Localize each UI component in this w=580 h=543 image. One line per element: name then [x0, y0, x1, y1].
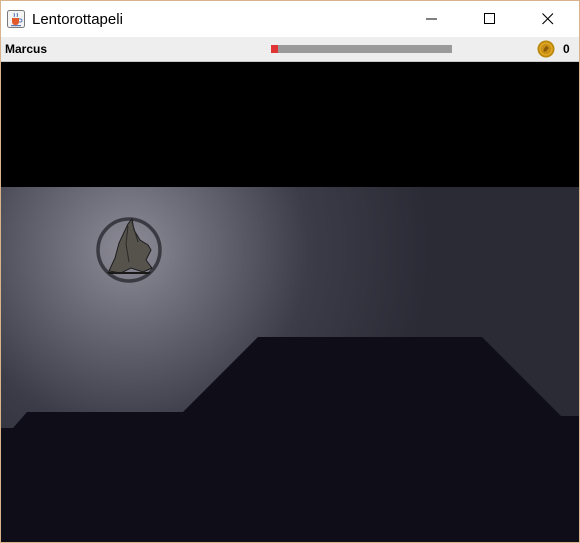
game-canvas[interactable] [1, 62, 579, 542]
player-name: Marcus [5, 42, 48, 56]
status-bar: Marcus 0 [1, 37, 579, 62]
maximize-icon [484, 13, 495, 24]
health-bar-fill [271, 45, 279, 53]
app-window: Lentorottapeli Marcus 0 [0, 0, 580, 543]
minimize-icon [426, 18, 437, 20]
close-icon [542, 13, 554, 25]
title-bar[interactable]: Lentorottapeli [1, 1, 579, 37]
game-scene [1, 62, 579, 542]
close-button[interactable] [519, 1, 577, 37]
coin-count: 0 [563, 42, 570, 56]
window-title: Lentorottapeli [32, 11, 123, 28]
dark-sky [1, 62, 579, 187]
maximize-button[interactable] [461, 1, 519, 37]
health-bar [271, 45, 452, 53]
coin-icon [537, 40, 555, 58]
java-cup-icon [7, 10, 25, 28]
minimize-button[interactable] [403, 1, 461, 37]
